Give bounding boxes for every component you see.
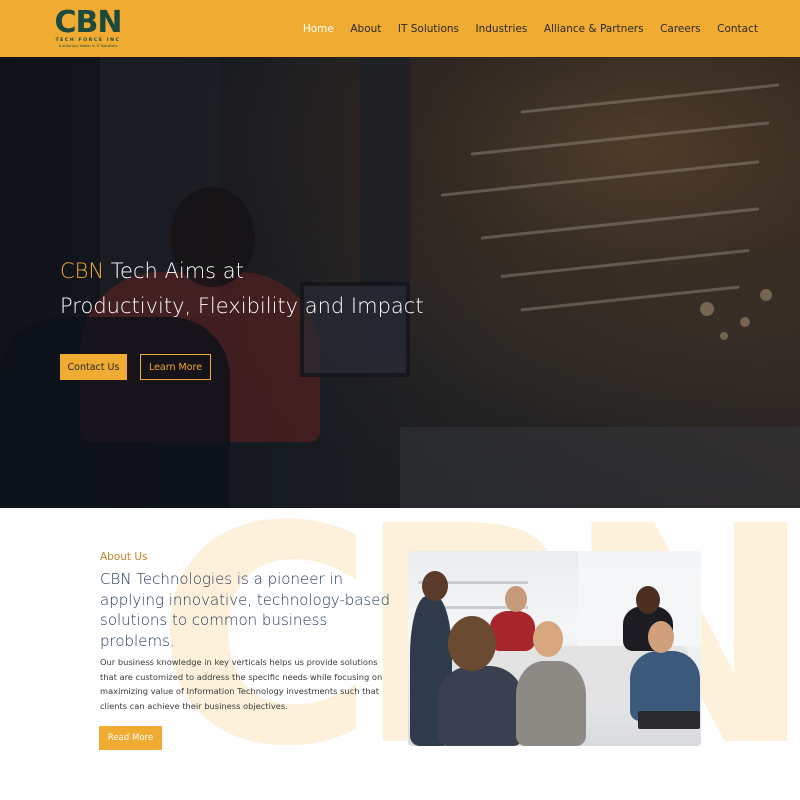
logo-subtitle: TECH FORCE INC (55, 38, 121, 43)
read-more-button[interactable]: Read More (99, 726, 162, 750)
hero-title-line1: Tech Aims at (104, 259, 244, 283)
nav-item-it-solutions[interactable]: IT Solutions (398, 23, 459, 35)
hero-title-line2: Productivity, Flexibility and Impact (60, 294, 424, 318)
about-body: Our business knowledge in key verticals … (100, 657, 383, 711)
logo-tagline: A visionary leader in IT Solutions (58, 44, 118, 48)
hero-title-accent: CBN (60, 259, 105, 283)
learn-more-button[interactable]: Learn More (140, 354, 211, 380)
main-nav: Home About IT Solutions Industries Allia… (286, 0, 758, 57)
nav-item-industries[interactable]: Industries (476, 23, 528, 35)
about-heading: CBN Technologies is a pioneer in applyin… (100, 570, 391, 650)
hero-title: CBN Tech Aims at Productivity, Flexibili… (60, 254, 480, 324)
about-section: CBN About Us CBN Technologies is a pione… (0, 508, 800, 800)
nav-item-contact[interactable]: Contact (717, 23, 758, 35)
logo-mark: CBN (54, 5, 123, 40)
cbn-logo[interactable]: CBN TECH FORCE INC A visionary leader in… (50, 6, 126, 50)
hero-banner: CBN Tech Aims at Productivity, Flexibili… (0, 57, 800, 508)
nav-item-about[interactable]: About (350, 23, 381, 35)
about-kicker: About Us (100, 551, 148, 563)
site-header: CBN TECH FORCE INC A visionary leader in… (0, 0, 800, 57)
nav-item-alliance-partners[interactable]: Alliance & Partners (544, 23, 644, 35)
contact-us-button[interactable]: Contact Us (60, 354, 127, 380)
nav-item-home[interactable]: Home (303, 23, 334, 35)
nav-item-careers[interactable]: Careers (660, 23, 701, 35)
team-meeting-photo (408, 551, 701, 746)
